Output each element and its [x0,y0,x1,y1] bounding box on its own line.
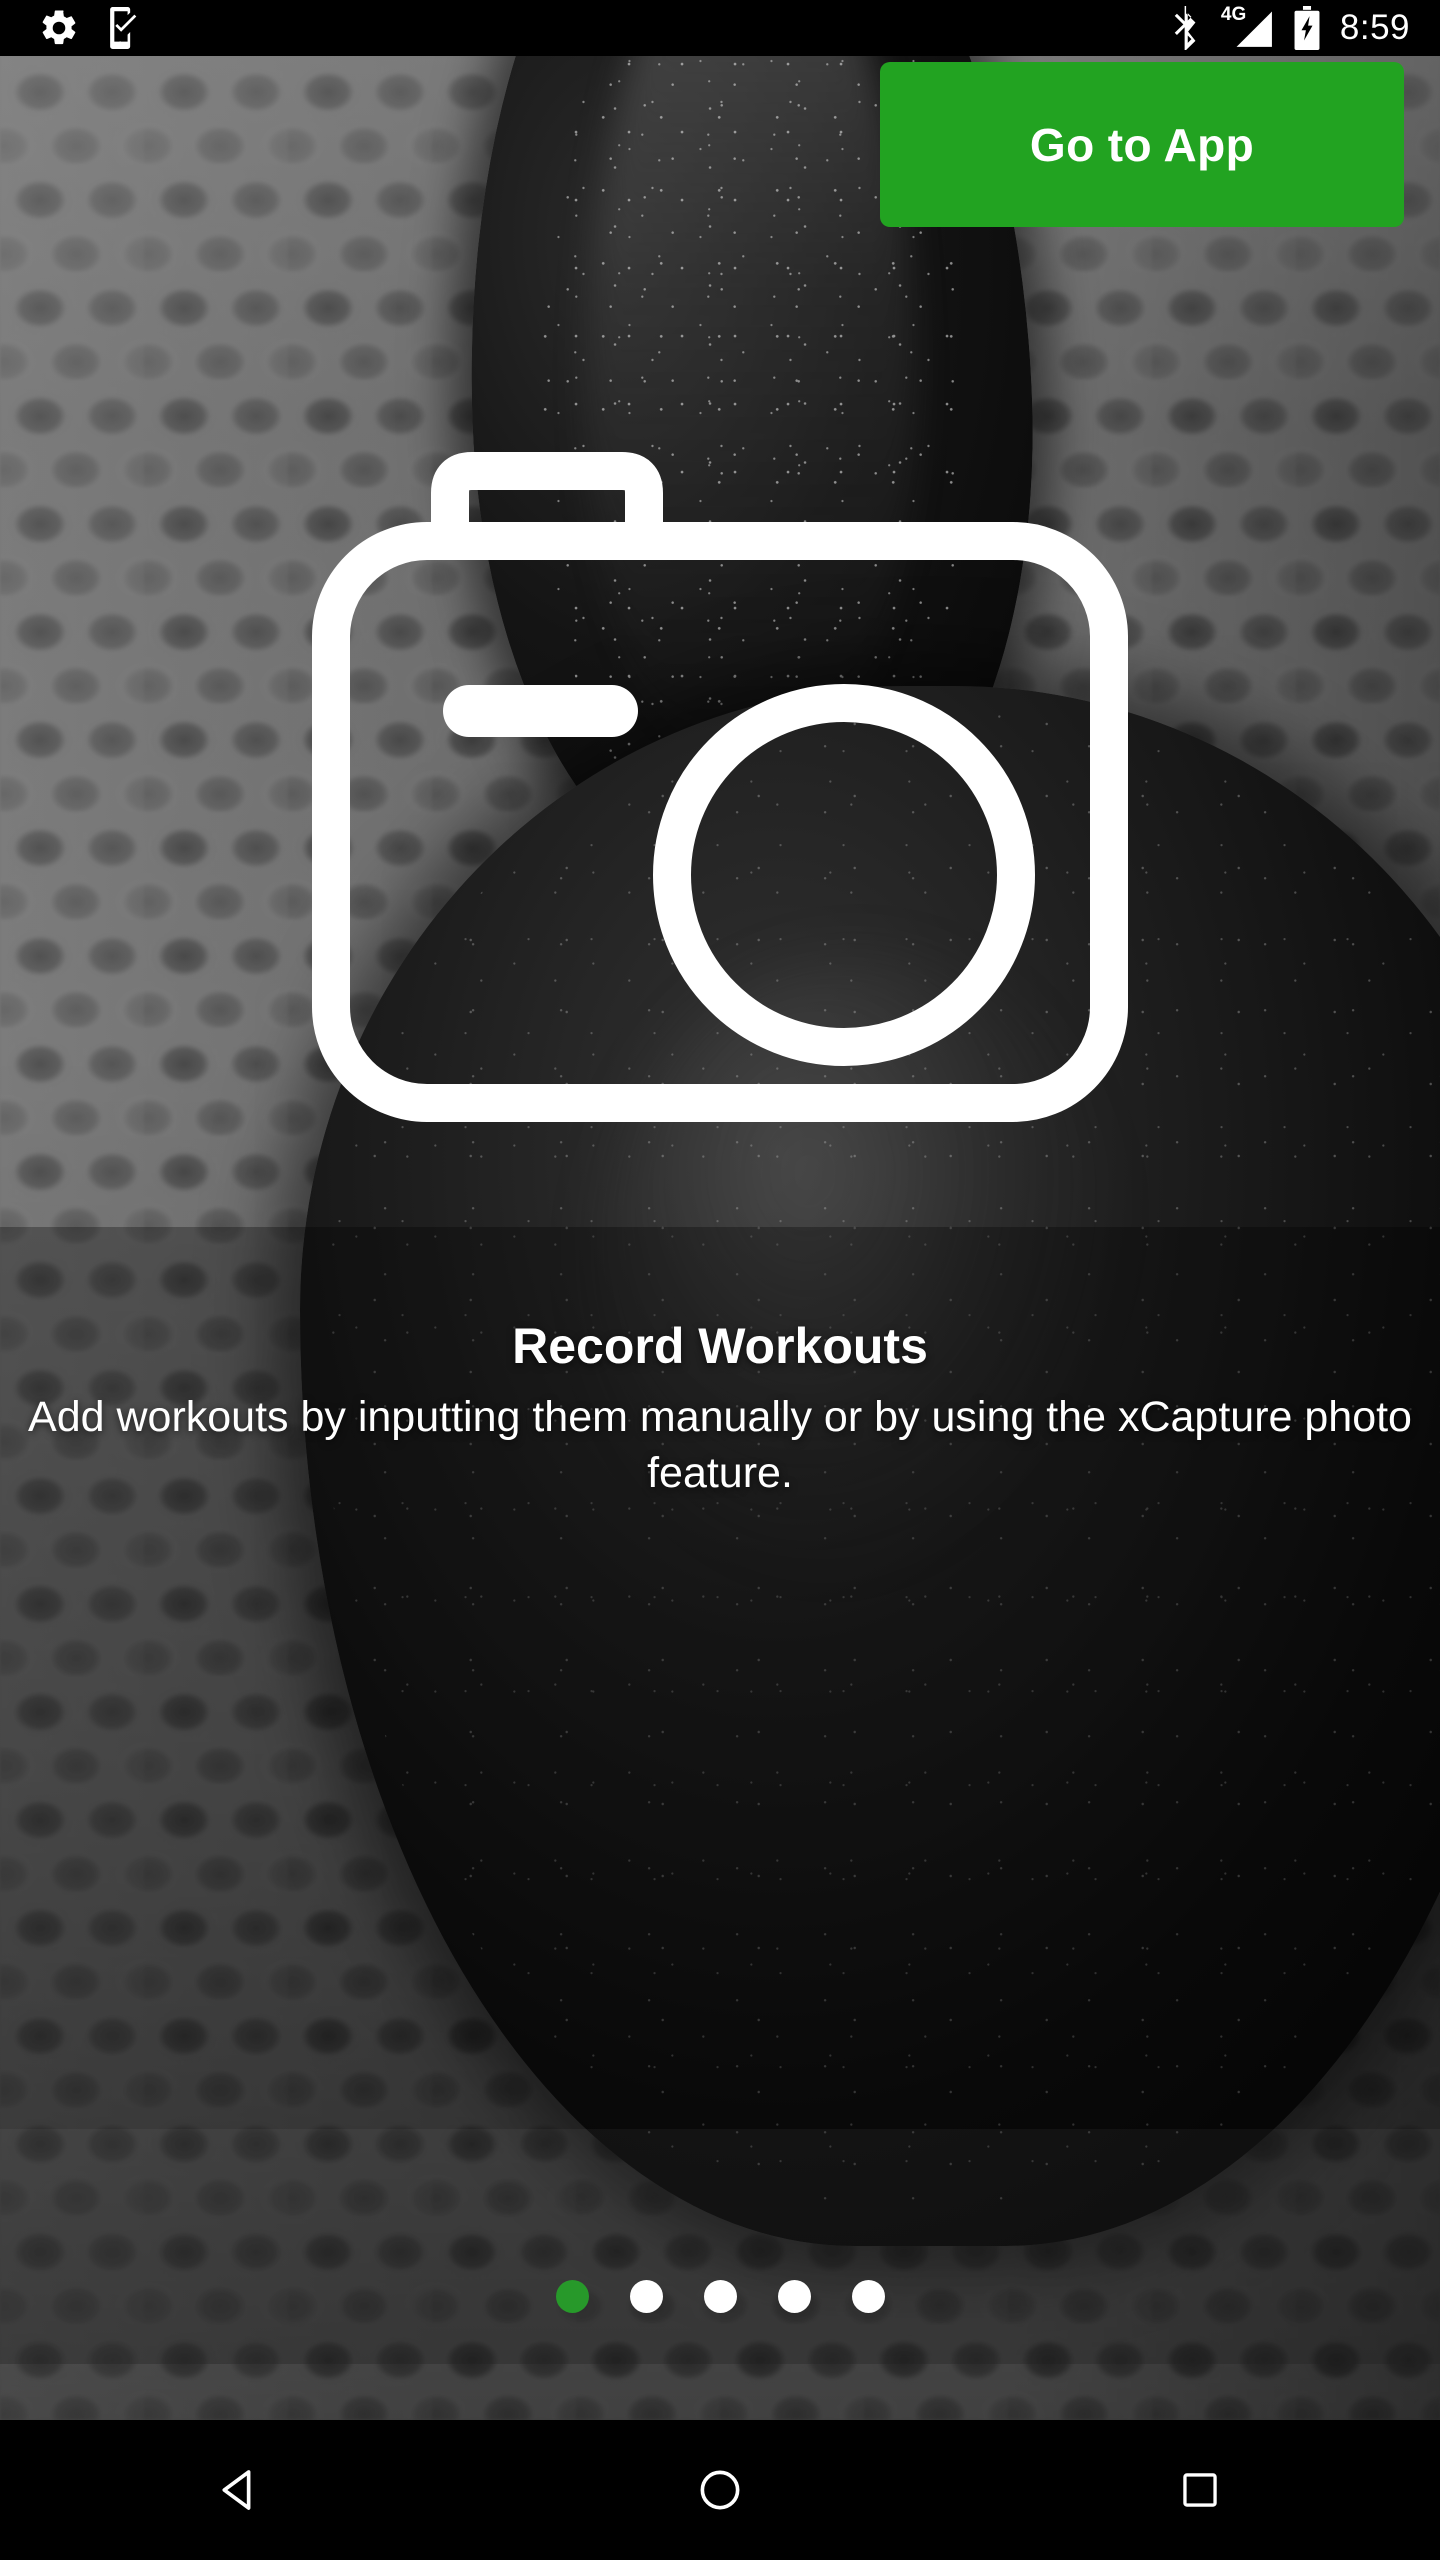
page-indicator [0,2280,1440,2313]
recents-button[interactable] [960,2420,1440,2560]
status-bar-clock: 8:59 [1339,8,1410,47]
onboarding-screen: Go to App Record Workouts Add workouts b… [0,0,1440,2560]
page-dot-1[interactable] [555,2280,589,2313]
page-dot-3[interactable] [703,2280,737,2313]
page-title: Record Workouts [512,1318,928,1374]
back-button[interactable] [0,2420,480,2560]
phone-check-icon [110,7,137,49]
go-to-app-button[interactable]: Go to App [880,62,1404,227]
back-triangle-icon [222,2470,251,2510]
home-circle-icon [700,2470,740,2510]
onboarding-description: Add workouts by inputting them manually … [28,1393,1412,1497]
battery-charging-icon [1294,6,1320,50]
signal-icon: 4G [1220,5,1274,48]
bottom-light-band [0,2129,1440,2364]
page-dot-2[interactable] [629,2280,663,2313]
navigation-bar [0,2420,1440,2560]
page-dot-4[interactable] [777,2280,811,2313]
status-bar-left-icons [38,7,144,49]
settings-gear-icon [42,10,76,45]
home-button[interactable] [480,2420,960,2560]
page-dot-5[interactable] [851,2280,885,2313]
signal-bars-icon [1236,11,1272,47]
onboarding-text-block: Record Workouts Add workouts by inputtin… [0,1318,1440,1502]
status-bar-right-icons: 4G 8:59 [1170,5,1410,50]
camera-icon [312,452,1128,1122]
bluetooth-icon [1174,6,1196,50]
status-bar: 4G 8:59 [0,0,1440,56]
recents-square-icon [1183,2473,1217,2507]
